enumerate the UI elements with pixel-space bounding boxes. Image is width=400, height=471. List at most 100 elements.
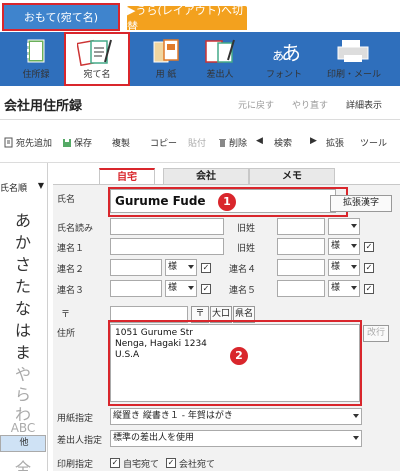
print-company-checkbox[interactable]: ✓ xyxy=(166,458,176,468)
tools-button[interactable]: ツール xyxy=(360,136,387,149)
chevron-down-icon xyxy=(353,436,359,440)
search-next-button[interactable]: ▶ xyxy=(310,136,317,146)
renmei2-checkbox[interactable]: ✓ xyxy=(201,263,211,273)
chevron-down-icon xyxy=(351,244,357,248)
newline-button[interactable]: 改行 xyxy=(363,325,389,342)
index-ta[interactable]: た xyxy=(0,273,46,296)
renmei4-honorific-select[interactable]: 様 xyxy=(328,259,360,276)
sender-icon xyxy=(205,39,235,63)
index-sa[interactable]: さ xyxy=(0,251,46,274)
index-wa[interactable]: わ xyxy=(0,401,46,424)
sort-select[interactable]: 氏名順 ▼ xyxy=(0,181,46,197)
index-a[interactable]: あ xyxy=(0,207,46,230)
ribbon-label: 用 紙 xyxy=(155,70,177,80)
renmei1-input[interactable] xyxy=(110,238,224,255)
top-tabs: おもて(宛て名) ▶うら(レイアウト)へ切替 xyxy=(0,0,400,33)
copy-button[interactable]: コピー xyxy=(150,136,177,149)
ribbon-label: フォント xyxy=(265,70,302,80)
chevron-down-icon xyxy=(188,286,194,290)
renmei2-input[interactable] xyxy=(110,259,162,276)
old-name2-input[interactable] xyxy=(277,238,325,255)
renmei3-input[interactable] xyxy=(110,280,162,297)
index-ma[interactable]: ま xyxy=(0,339,46,362)
renmei3-honorific-select[interactable]: 様 xyxy=(165,280,197,297)
renmei3-checkbox[interactable]: ✓ xyxy=(201,284,211,294)
ribbon: 住所録 宛て名 用 紙 差出人 ぁ あ フォント 印刷・メール xyxy=(0,32,400,86)
tab-back-layout[interactable]: ▶うら(レイアウト)へ切替 xyxy=(127,4,247,33)
renmei5-label: 連名５ xyxy=(229,286,257,296)
old-name-select[interactable] xyxy=(328,218,360,235)
title-bar: 会社用住所録 元に戻す やり直す 詳細表示 xyxy=(0,86,400,120)
chevron-down-icon xyxy=(351,224,357,228)
index-ha[interactable]: は xyxy=(0,317,46,340)
honorific-value: 様 xyxy=(168,283,178,293)
index-na[interactable]: な xyxy=(0,295,46,318)
old-name-input[interactable] xyxy=(277,218,325,235)
ribbon-address-book[interactable]: 住所録 xyxy=(6,34,66,84)
trash-icon xyxy=(219,138,226,147)
index-ra[interactable]: ら xyxy=(0,381,46,404)
save-button[interactable]: 保存 xyxy=(62,136,92,149)
ribbon-paper[interactable]: 用 紙 xyxy=(136,34,196,84)
sort-label: 氏名順 xyxy=(0,184,28,194)
ribbon-font[interactable]: ぁ あ フォント xyxy=(254,34,314,84)
ribbon-sender[interactable]: 差出人 xyxy=(190,34,250,84)
expand-button[interactable]: 拡張 xyxy=(326,136,344,149)
index-all[interactable]: 全 xyxy=(0,455,46,471)
sender-select[interactable]: 標準の差出人を使用 xyxy=(110,430,362,447)
duplicate-button[interactable]: 複製 xyxy=(112,136,130,149)
extended-kanji-button[interactable]: 拡張漢字 xyxy=(330,195,392,212)
renmei2-honorific-select[interactable]: 様 xyxy=(165,259,197,276)
tab-home[interactable]: 自宅 xyxy=(99,168,155,184)
font-icon: ぁ あ xyxy=(271,41,299,64)
paper-value: 縦置き 縦書き１ - 年賀はがき xyxy=(113,411,233,421)
callout-badge-1: 1 xyxy=(218,193,236,211)
ribbon-postcard-address[interactable]: 宛て名 xyxy=(64,32,130,86)
search-prev-button[interactable]: ◀ xyxy=(256,136,263,146)
sort-caret-icon: ▼ xyxy=(37,181,44,190)
renmei5-checkbox[interactable]: ✓ xyxy=(364,284,374,294)
copy-label: コピー xyxy=(150,139,178,149)
index-ya[interactable]: や xyxy=(0,361,46,384)
sender-label: 差出人指定 xyxy=(57,436,103,446)
paper-label: 用紙指定 xyxy=(57,414,94,424)
renmei5-input[interactable] xyxy=(277,280,325,297)
tab-company[interactable]: 会社 xyxy=(163,168,249,184)
expand-label: 拡張 xyxy=(326,139,345,149)
paper-select[interactable]: 縦置き 縦書き１ - 年賀はがき xyxy=(110,408,362,425)
honorific-value: 様 xyxy=(331,283,341,293)
ribbon-label: 住所録 xyxy=(22,70,50,80)
redo-button[interactable]: やり直す xyxy=(292,98,328,111)
form-area: 氏名 Gurume Fude 1 拡張漢字 氏名読み 旧姓 連名１ 旧姓 様 ✓… xyxy=(53,184,400,471)
ribbon-print-mail[interactable]: 印刷・メール xyxy=(318,34,390,84)
paste-button[interactable]: 貼付 xyxy=(188,136,206,149)
tab-memo[interactable]: メモ xyxy=(249,168,335,184)
reading-input[interactable] xyxy=(110,218,224,235)
search-button[interactable]: 検索 xyxy=(274,136,292,149)
caret-right-icon: ▶ xyxy=(310,136,317,146)
add-recipient-button[interactable]: 宛先追加 xyxy=(4,136,52,149)
tools-label: ツール xyxy=(360,139,388,149)
print-home-checkbox[interactable]: ✓ xyxy=(110,458,120,468)
renmei1-honorific-select[interactable]: 様 xyxy=(328,238,360,255)
address-book-icon xyxy=(27,39,45,63)
save-label: 保存 xyxy=(74,139,93,149)
delete-button[interactable]: 削除 xyxy=(218,136,247,149)
print-company-label: 会社宛て xyxy=(179,460,216,470)
paste-label: 貼付 xyxy=(188,139,207,149)
renmei5-honorific-select[interactable]: 様 xyxy=(328,280,360,297)
index-other[interactable]: 他 xyxy=(0,435,46,452)
renmei4-checkbox[interactable]: ✓ xyxy=(364,263,374,273)
caret-left-icon: ◀ xyxy=(256,136,263,146)
detail-view-button[interactable]: 詳細表示 xyxy=(346,98,382,111)
document-add-icon xyxy=(4,137,13,148)
search-label: 検索 xyxy=(274,139,293,149)
print-home-label: 自宅宛て xyxy=(123,460,160,470)
undo-button[interactable]: 元に戻す xyxy=(238,98,274,111)
honorific-value: 様 xyxy=(331,262,341,272)
renmei4-input[interactable] xyxy=(277,259,325,276)
renmei1-checkbox[interactable]: ✓ xyxy=(364,242,374,252)
tab-front-address[interactable]: おもて(宛て名) xyxy=(2,3,120,31)
index-ka[interactable]: か xyxy=(0,229,46,252)
old-name-label: 旧姓 xyxy=(237,224,256,234)
